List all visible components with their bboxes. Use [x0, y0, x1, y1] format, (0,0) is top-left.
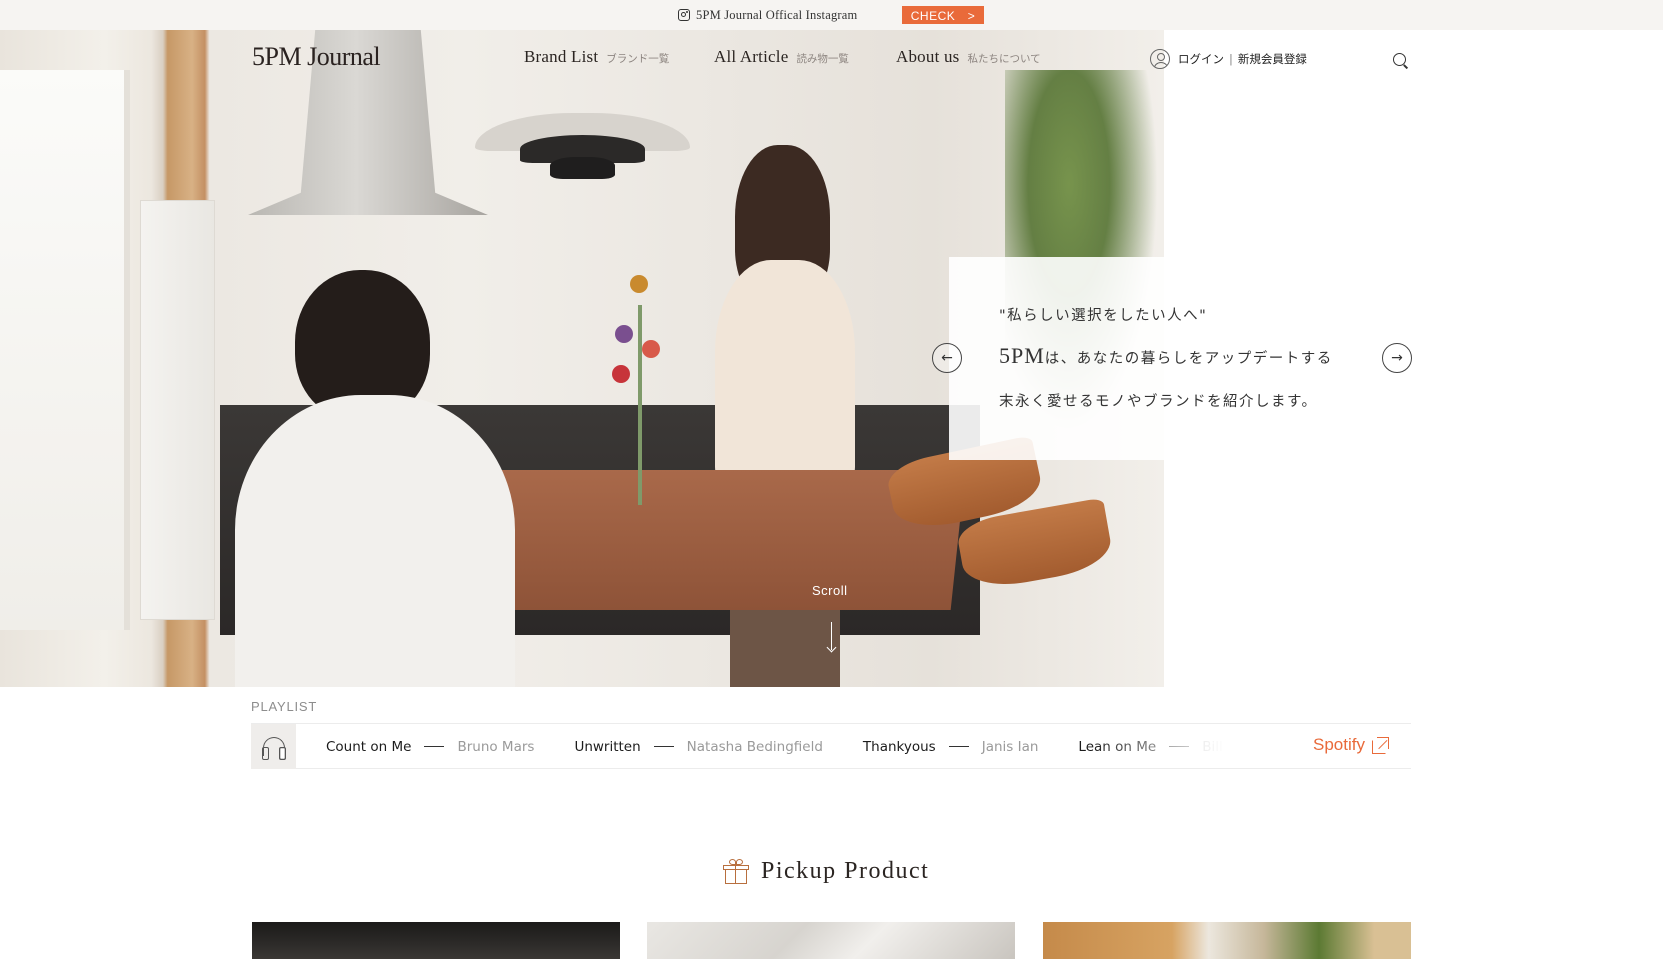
arrow-right-icon: → — [1391, 350, 1403, 366]
scroll-label[interactable]: Scroll — [812, 583, 848, 598]
track-title: Count on Me — [326, 738, 412, 755]
product-card[interactable] — [647, 922, 1015, 959]
track-dash — [1169, 746, 1190, 747]
hero-flowers — [610, 245, 670, 505]
instagram-text: 5PM Journal Offical Instagram — [696, 7, 858, 22]
hero-man — [235, 270, 525, 687]
nav-sublabel: ブランド一覧 — [606, 53, 670, 65]
track-title: Unwritten — [574, 738, 641, 755]
playlist-track[interactable]: Lean on Me Bill Withers — [1078, 739, 1226, 755]
nav-label: About us — [896, 47, 960, 66]
hero-line-2-text: は、あなたの暮らしをアップデートする — [1044, 351, 1333, 367]
track-dash — [948, 746, 969, 747]
playlist-track[interactable]: Thankyous Janis Ian — [863, 739, 1039, 755]
playlist-track[interactable]: Unwritten Natasha Bedingfield — [574, 739, 822, 755]
product-card[interactable] — [1043, 922, 1411, 959]
pickup-section-title: Pickup Product — [723, 858, 929, 885]
nav-label: All Article — [714, 47, 789, 66]
hero-line-2: 5PMは、あなたの暮らしをアップデートする — [999, 343, 1333, 369]
hero-pendant-lamp — [475, 95, 690, 185]
login-separator: | — [1229, 52, 1233, 66]
track-dash — [653, 746, 674, 747]
hero-line-3: 末永く愛せるモノやブランドを紹介します。 — [999, 394, 1318, 410]
check-button[interactable]: CHECK > — [902, 6, 984, 24]
headphone-badge — [251, 724, 296, 769]
site-logo[interactable]: 5PM Journal — [252, 42, 381, 72]
track-dash — [424, 746, 445, 747]
playlist-track[interactable]: Count on Me Bruno Mars — [326, 739, 534, 755]
instagram-link[interactable]: 5PM Journal Offical Instagram — [678, 7, 857, 23]
nav-about-us[interactable]: About us 私たちについて — [896, 47, 1041, 67]
search-icon[interactable] — [1393, 53, 1408, 68]
nav-brand-list[interactable]: Brand List ブランド一覧 — [524, 47, 669, 67]
login-link[interactable]: ログイン — [1178, 51, 1224, 67]
product-card[interactable] — [252, 922, 620, 959]
announcement-bar: 5PM Journal Offical Instagram CHECK > — [0, 0, 1663, 30]
hero-message-card: "私らしい選択をしたい人へ" 5PMは、あなたの暮らしをアップデートする 末永く… — [949, 257, 1409, 460]
hero-fridge — [140, 200, 215, 620]
arrow-left-icon: ← — [941, 350, 953, 366]
track-title: Thankyous — [862, 738, 936, 755]
track-artist: Natasha Bedingfield — [686, 738, 823, 755]
external-link-icon — [1371, 737, 1389, 754]
spotify-link[interactable]: Spotify — [1313, 735, 1389, 755]
instagram-icon — [678, 9, 690, 21]
nav-all-article[interactable]: All Article 読み物一覧 — [714, 47, 849, 67]
user-icon[interactable] — [1150, 49, 1170, 69]
hero-window — [0, 70, 130, 630]
track-artist: Bill Withers — [1202, 738, 1226, 755]
track-artist: Bruno Mars — [457, 738, 535, 755]
headphones-icon — [261, 735, 287, 760]
hero-line-1: "私らしい選択をしたい人へ" — [999, 308, 1208, 324]
register-link[interactable]: 新規会員登録 — [1238, 51, 1307, 67]
hero-brand-mark: 5PM — [999, 343, 1045, 368]
nav-sublabel: 読み物一覧 — [796, 53, 849, 65]
gift-icon — [723, 858, 749, 885]
carousel-prev-button[interactable]: ← — [932, 343, 962, 373]
playlist-label: PLAYLIST — [251, 699, 318, 714]
nav-label: Brand List — [524, 47, 599, 66]
scroll-down-arrow-icon[interactable] — [831, 622, 832, 650]
pickup-title-text: Pickup Product — [761, 858, 930, 884]
playlist-track-list: Count on Me Bruno Mars Unwritten Natasha… — [326, 724, 1226, 769]
track-title: Lean on Me — [1078, 738, 1157, 755]
carousel-next-button[interactable]: → — [1382, 343, 1412, 373]
track-artist: Janis Ian — [981, 738, 1039, 755]
spotify-label: Spotify — [1313, 735, 1365, 754]
nav-sublabel: 私たちについて — [967, 53, 1041, 65]
user-account-area: ログイン | 新規会員登録 — [1150, 49, 1307, 69]
playlist-bar: Count on Me Bruno Mars Unwritten Natasha… — [251, 723, 1411, 769]
